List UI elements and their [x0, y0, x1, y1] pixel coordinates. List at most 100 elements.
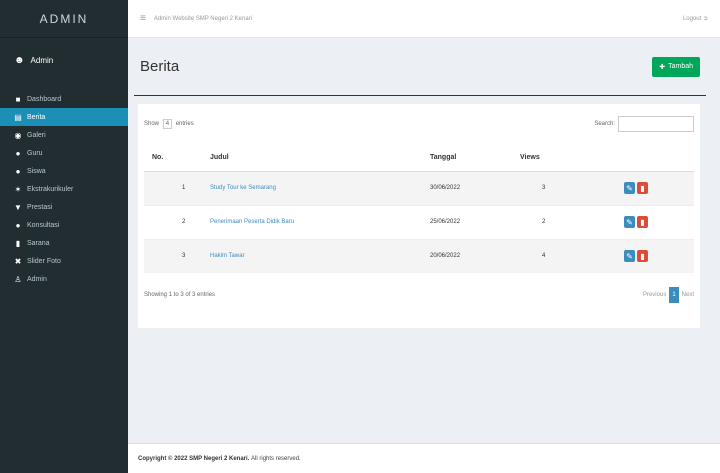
admin-icon: ♙: [14, 274, 22, 284]
site-title: Admin Website SMP Negeri 2 Kenari: [153, 15, 252, 22]
table-header-row: No. Judul Tanggal Views: [144, 144, 694, 172]
sidebar-item-label: Dashboard: [27, 95, 62, 103]
user-panel: ☻ Admin: [0, 38, 128, 82]
row-no: 2: [144, 204, 202, 239]
content-header: Berita ✚ Tambah: [134, 38, 706, 96]
newspaper-icon: ▤: [14, 112, 22, 122]
pagination-previous[interactable]: Previous: [643, 292, 666, 298]
logout-link[interactable]: Logout ➲: [683, 15, 708, 22]
col-no[interactable]: No.: [144, 144, 202, 172]
delete-icon[interactable]: ▮: [637, 250, 648, 263]
row-title[interactable]: Penerimaan Peserta Didik Baru: [210, 219, 294, 225]
table-footer: Showing 1 to 3 of 3 entries Previous 1 N…: [144, 287, 694, 303]
plus-icon: ✚: [659, 63, 666, 71]
row-views: 4: [512, 238, 592, 273]
table-row: 1 Study Tour ke Semarang 30/06/2022 3 ✎ ▮: [144, 170, 694, 205]
pagination-next[interactable]: Next: [682, 292, 694, 298]
row-views: 2: [512, 204, 592, 239]
delete-icon[interactable]: ▮: [637, 182, 648, 194]
user-name: Admin: [30, 55, 54, 65]
page-footer: Copyright © 2022 SMP Negeri 2 Kenari. Al…: [128, 443, 720, 473]
col-judul[interactable]: Judul: [202, 144, 422, 172]
row-title[interactable]: Study Tour ke Semarang: [210, 185, 276, 191]
table-controls: Show 4 entries Search:: [144, 116, 694, 132]
sidebar-item-label: Admin: [27, 275, 47, 283]
col-tanggal[interactable]: Tanggal: [422, 144, 512, 172]
search-label: Search:: [594, 121, 615, 127]
col-actions: [592, 144, 694, 172]
rights-text: All rights reserved.: [251, 455, 301, 462]
row-no: 3: [144, 238, 202, 273]
sidebar-item-berita[interactable]: ▤ Berita: [0, 108, 128, 126]
delete-icon[interactable]: ▮: [637, 216, 648, 228]
user-icon: ●: [15, 148, 21, 158]
sidebar-item-label: Berita: [27, 113, 46, 121]
star-icon: ✶: [14, 184, 22, 194]
table-row: 3 Hakim Tawar 20/06/2022 4 ✎ ▮: [144, 238, 694, 273]
topbar: ≡ Admin Website SMP Negeri 2 Kenari Logo…: [128, 0, 720, 38]
edit-icon[interactable]: ✎: [624, 216, 635, 228]
entries-length: Show 4 entries: [144, 119, 194, 129]
row-views: 3: [512, 170, 592, 205]
sidebar-item-label: Guru: [27, 149, 43, 157]
add-button-label: Tambah: [668, 63, 693, 70]
pagination: Previous 1 Next: [643, 287, 694, 303]
image-icon: ✖: [14, 256, 22, 266]
sidebar-item-guru[interactable]: ● Guru: [0, 144, 128, 162]
entries-select[interactable]: 4: [162, 119, 173, 129]
logout-icon: ➲: [702, 16, 708, 22]
row-title-link[interactable]: Hakim Tawar: [202, 238, 422, 273]
search-input[interactable]: [618, 116, 694, 132]
table-info: Showing 1 to 3 of 3 entries: [144, 292, 216, 298]
dashboard-icon: ■: [15, 94, 21, 104]
sidebar-item-label: Slider Foto: [27, 257, 61, 265]
row-date: 25/06/2022: [422, 204, 512, 239]
show-label: Show: [144, 121, 160, 127]
sidebar-item-label: Ekstrakurikuler: [27, 185, 74, 193]
sidebar-item-label: Prestasi: [27, 203, 53, 211]
row-date: 20/06/2022: [422, 238, 512, 273]
sidebar-item-galeri[interactable]: ◉ Galeri: [0, 126, 128, 144]
logout-label: Logout: [682, 16, 702, 22]
sidebar-item-label: Sarana: [27, 239, 50, 247]
row-actions: ✎ ▮: [592, 204, 694, 239]
sidebar-item-prestasi[interactable]: ▼ Prestasi: [0, 198, 128, 216]
row-date: 30/06/2022: [422, 170, 512, 205]
row-actions: ✎ ▮: [592, 170, 694, 205]
col-views[interactable]: Views: [512, 144, 592, 172]
chat-icon: ●: [15, 220, 21, 230]
edit-icon[interactable]: ✎: [624, 182, 635, 194]
main-content: Berita ✚ Tambah Show 4 entries Search: N…: [128, 38, 720, 443]
sidebar-item-ekstrakurikuler[interactable]: ✶ Ekstrakurikuler: [0, 180, 128, 198]
sidebar-item-sarana[interactable]: ▮ Sarana: [0, 234, 128, 252]
sidebar-menu: ■ Dashboard ▤ Berita ◉ Galeri ● Guru ● Siswa …: [0, 90, 128, 288]
copyright-text: Copyright © 2022 SMP Negeri 2 Kenari.: [138, 455, 250, 462]
sidebar-item-admin[interactable]: ♙ Admin: [0, 270, 128, 288]
sidebar-item-dashboard[interactable]: ■ Dashboard: [0, 90, 128, 108]
edit-icon[interactable]: ✎: [624, 250, 635, 263]
trophy-icon: ▼: [14, 202, 22, 212]
sidebar-item-siswa[interactable]: ● Siswa: [0, 162, 128, 180]
building-icon: ▮: [15, 238, 21, 248]
sidebar-item-label: Konsultasi: [27, 221, 60, 229]
sidebar-item-konsultasi[interactable]: ● Konsultasi: [0, 216, 128, 234]
row-actions: ✎ ▮: [592, 238, 694, 273]
page-title: Berita: [140, 58, 180, 75]
add-button[interactable]: ✚ Tambah: [652, 56, 700, 77]
row-title-link[interactable]: Penerimaan Peserta Didik Baru: [202, 204, 422, 239]
brand-logo[interactable]: ADMIN: [0, 0, 128, 38]
entries-label: entries: [175, 121, 194, 127]
news-table-box: Show 4 entries Search: No. Judul Tanggal…: [138, 104, 700, 328]
row-no: 1: [144, 170, 202, 205]
row-title[interactable]: Hakim Tawar: [210, 253, 245, 259]
search-group: Search:: [594, 116, 694, 132]
sidebar: ADMIN ☻ Admin ■ Dashboard ▤ Berita ◉ Galeri…: [0, 0, 128, 473]
sidebar-item-label: Galeri: [27, 131, 46, 139]
hamburger-menu-icon[interactable]: ≡: [140, 13, 146, 24]
users-icon: ●: [15, 166, 21, 176]
sidebar-item-slider-foto[interactable]: ✖ Slider Foto: [0, 252, 128, 270]
user-avatar-icon: ☻: [14, 54, 25, 66]
pagination-page-current[interactable]: 1: [669, 287, 679, 303]
row-title-link[interactable]: Study Tour ke Semarang: [202, 170, 422, 205]
news-table: No. Judul Tanggal Views 1 Study Tour ke …: [144, 144, 694, 273]
